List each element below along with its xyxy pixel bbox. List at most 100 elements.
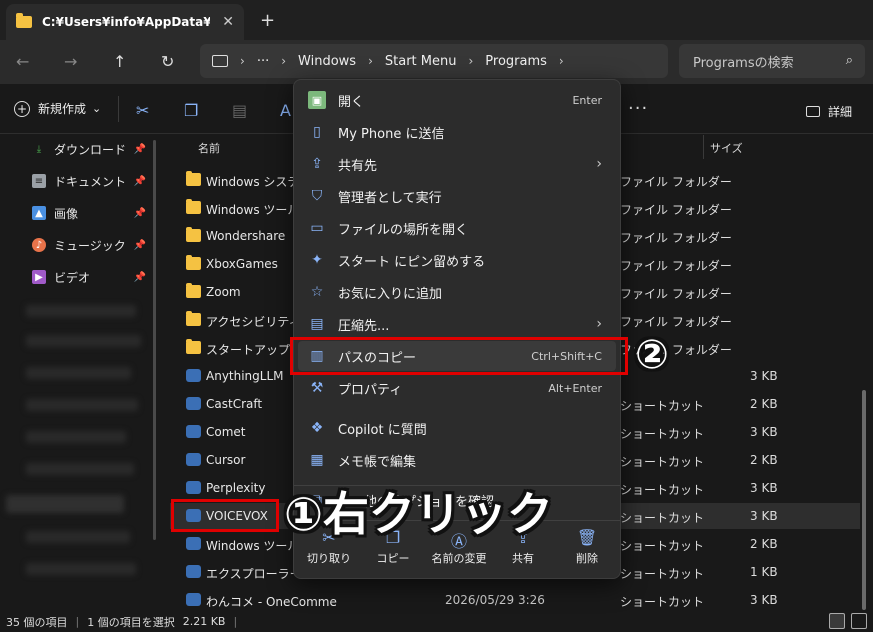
sidebar-item-music[interactable]: ♪ ミュージック 📌 [32, 235, 150, 255]
context-menu-item[interactable]: ▯ My Phone に送信 [298, 117, 616, 147]
context-menu-item-label: Copilot に質問 [338, 422, 427, 438]
file-type: ショートカット [620, 539, 705, 553]
quick-action-button[interactable]: 🗑 削除 [554, 528, 620, 574]
pin-icon[interactable]: 📌 [134, 176, 146, 187]
status-size: 2.21 KB [182, 615, 226, 628]
sidebar-item-pictures[interactable]: ▲ 画像 📌 [32, 203, 150, 223]
app-shortcut-icon [186, 481, 201, 494]
folder-icon [186, 311, 201, 326]
open-icon: ▣ [308, 91, 326, 109]
sidebar-item-label: ミュージック [54, 238, 126, 253]
file-type: ショートカット [620, 427, 705, 441]
wrench-icon: ⚒ [310, 380, 324, 396]
paste-icon[interactable]: ▤ [232, 101, 247, 120]
context-menu-item[interactable]: ▣ 開く Enter [298, 85, 616, 115]
context-menu-item[interactable]: ❖ Copilot に質問 [298, 413, 616, 443]
sidebar-item-label: 画像 [54, 206, 79, 221]
column-divider[interactable] [703, 135, 704, 159]
file-type: ファイル フォルダー [620, 315, 732, 329]
file-type: ファイル フォルダー [620, 175, 732, 189]
details-view-button[interactable] [829, 613, 845, 629]
file-type: ファイル フォルダー [620, 231, 732, 245]
sidebar-scrollbar[interactable] [153, 140, 156, 540]
picture-icon: ▲ [32, 206, 46, 220]
chevron-right-icon: › [368, 54, 373, 68]
forward-arrow-icon[interactable]: → [64, 52, 77, 71]
more-icon[interactable]: ··· [628, 98, 648, 119]
pin-icon[interactable]: 📌 [134, 208, 146, 219]
pin-icon[interactable]: 📌 [134, 240, 146, 251]
pin-icon[interactable]: 📌 [134, 144, 146, 155]
new-button[interactable]: + 新規作成 ⌄ [14, 100, 101, 117]
context-menu-item[interactable]: ⇪ 共有先 › [298, 149, 616, 179]
status-divider: | [233, 615, 238, 628]
pin-icon[interactable]: 📌 [134, 272, 146, 283]
toolbar-divider [118, 96, 119, 122]
file-size: 3 KB [750, 369, 778, 383]
context-menu-item[interactable]: ▦ メモ帳で編集 [298, 445, 616, 475]
refresh-icon[interactable]: ↻ [161, 52, 174, 71]
file-type: ファイル フォルダー [620, 259, 732, 273]
file-size: 3 KB [750, 425, 778, 439]
quick-action-label: 共有 [512, 552, 534, 565]
context-menu-item[interactable]: ▤ 圧縮先... › [298, 309, 616, 339]
search-input[interactable]: Programsの検索 ⌕ [679, 44, 865, 78]
breadcrumb-programs[interactable]: Programs [485, 54, 547, 69]
app-shortcut-icon [186, 425, 201, 438]
status-bar: 35 個の項目 | 1 個の項目を選択 2.21 KB | [0, 611, 873, 632]
details-pane-button[interactable]: 詳細 [806, 103, 852, 120]
context-menu-item-label: 圧縮先... [338, 318, 390, 334]
file-type: ショートカット [620, 455, 705, 469]
up-arrow-icon[interactable]: ↑ [113, 52, 126, 71]
file-size: 2 KB [750, 397, 778, 411]
column-header-size[interactable]: サイズ [710, 140, 743, 156]
context-menu-item[interactable]: ⚒ プロパティ Alt+Enter [298, 373, 616, 403]
music-icon: ♪ [32, 238, 46, 252]
quick-action-label: 名前の変更 [431, 552, 487, 565]
file-type: ショートカット [620, 595, 705, 609]
back-arrow-icon[interactable]: ← [16, 52, 29, 71]
column-header-name[interactable]: 名前 [198, 140, 220, 156]
context-menu-item[interactable]: ✦ スタート にピン留めする [298, 245, 616, 275]
file-date: 2026/05/29 3:26 [445, 593, 545, 607]
file-name: Perplexity [206, 481, 266, 495]
copilot-icon: ❖ [310, 420, 324, 436]
new-tab-button[interactable]: + [260, 10, 275, 31]
tab-current[interactable]: C:¥Users¥info¥AppData¥Roaming ✕ [6, 4, 244, 40]
file-type: ショートカット [620, 511, 705, 525]
blurred-sidebar-item [26, 367, 131, 379]
chevron-right-icon: › [558, 54, 564, 68]
file-name: スタートアップ [206, 343, 291, 357]
context-menu-item-label: メモ帳で編集 [338, 454, 417, 470]
breadcrumb-windows[interactable]: Windows [298, 54, 356, 69]
tiles-view-button[interactable] [851, 613, 867, 629]
scrollbar-thumb[interactable] [862, 390, 866, 610]
sidebar-item-videos[interactable]: ▶ ビデオ 📌 [32, 267, 150, 287]
file-type: ショートカット [620, 483, 705, 497]
breadcrumb-start-menu[interactable]: Start Menu [385, 54, 457, 69]
sidebar-item-label: ダウンロード [54, 142, 127, 157]
cut-icon[interactable]: ✂ [136, 101, 149, 120]
context-menu-item[interactable]: ▭ ファイルの場所を開く [298, 213, 616, 243]
file-list-scrollbar[interactable] [862, 140, 866, 610]
address-bar[interactable]: › ··· › Windows › Start Menu › Programs … [200, 44, 668, 78]
file-name: わんコメ - OneComme [206, 595, 337, 609]
navigation-bar: ← → ↑ ↻ › ··· › Windows › Start Menu › P… [0, 40, 873, 84]
breadcrumb-more[interactable]: ··· [257, 54, 269, 69]
context-menu-item-label: プロパティ [338, 382, 403, 398]
sidebar-item-documents[interactable]: ≡ ドキュメント 📌 [32, 171, 150, 191]
file-name: エクスプローラー [206, 567, 302, 581]
context-menu-item[interactable]: ⛉ 管理者として実行 [298, 181, 616, 211]
close-icon[interactable]: ✕ [222, 14, 234, 30]
details-label: 詳細 [828, 105, 853, 119]
sidebar-item-downloads[interactable]: ⤓ ダウンロード 📌 [32, 139, 150, 159]
copy-icon[interactable]: ❐ [184, 101, 198, 120]
file-size: 3 KB [750, 481, 778, 495]
computer-icon [212, 55, 228, 67]
folder-icon [186, 339, 201, 354]
table-row[interactable]: わんコメ - OneComme 2026/05/29 3:26 ショートカット 3 K… [170, 587, 860, 613]
rename-icon[interactable]: A [280, 101, 291, 120]
search-placeholder: Programsの検索 [693, 55, 794, 71]
zip-icon: ▤ [310, 316, 324, 332]
context-menu-item[interactable]: ☆ お気に入りに追加 [298, 277, 616, 307]
